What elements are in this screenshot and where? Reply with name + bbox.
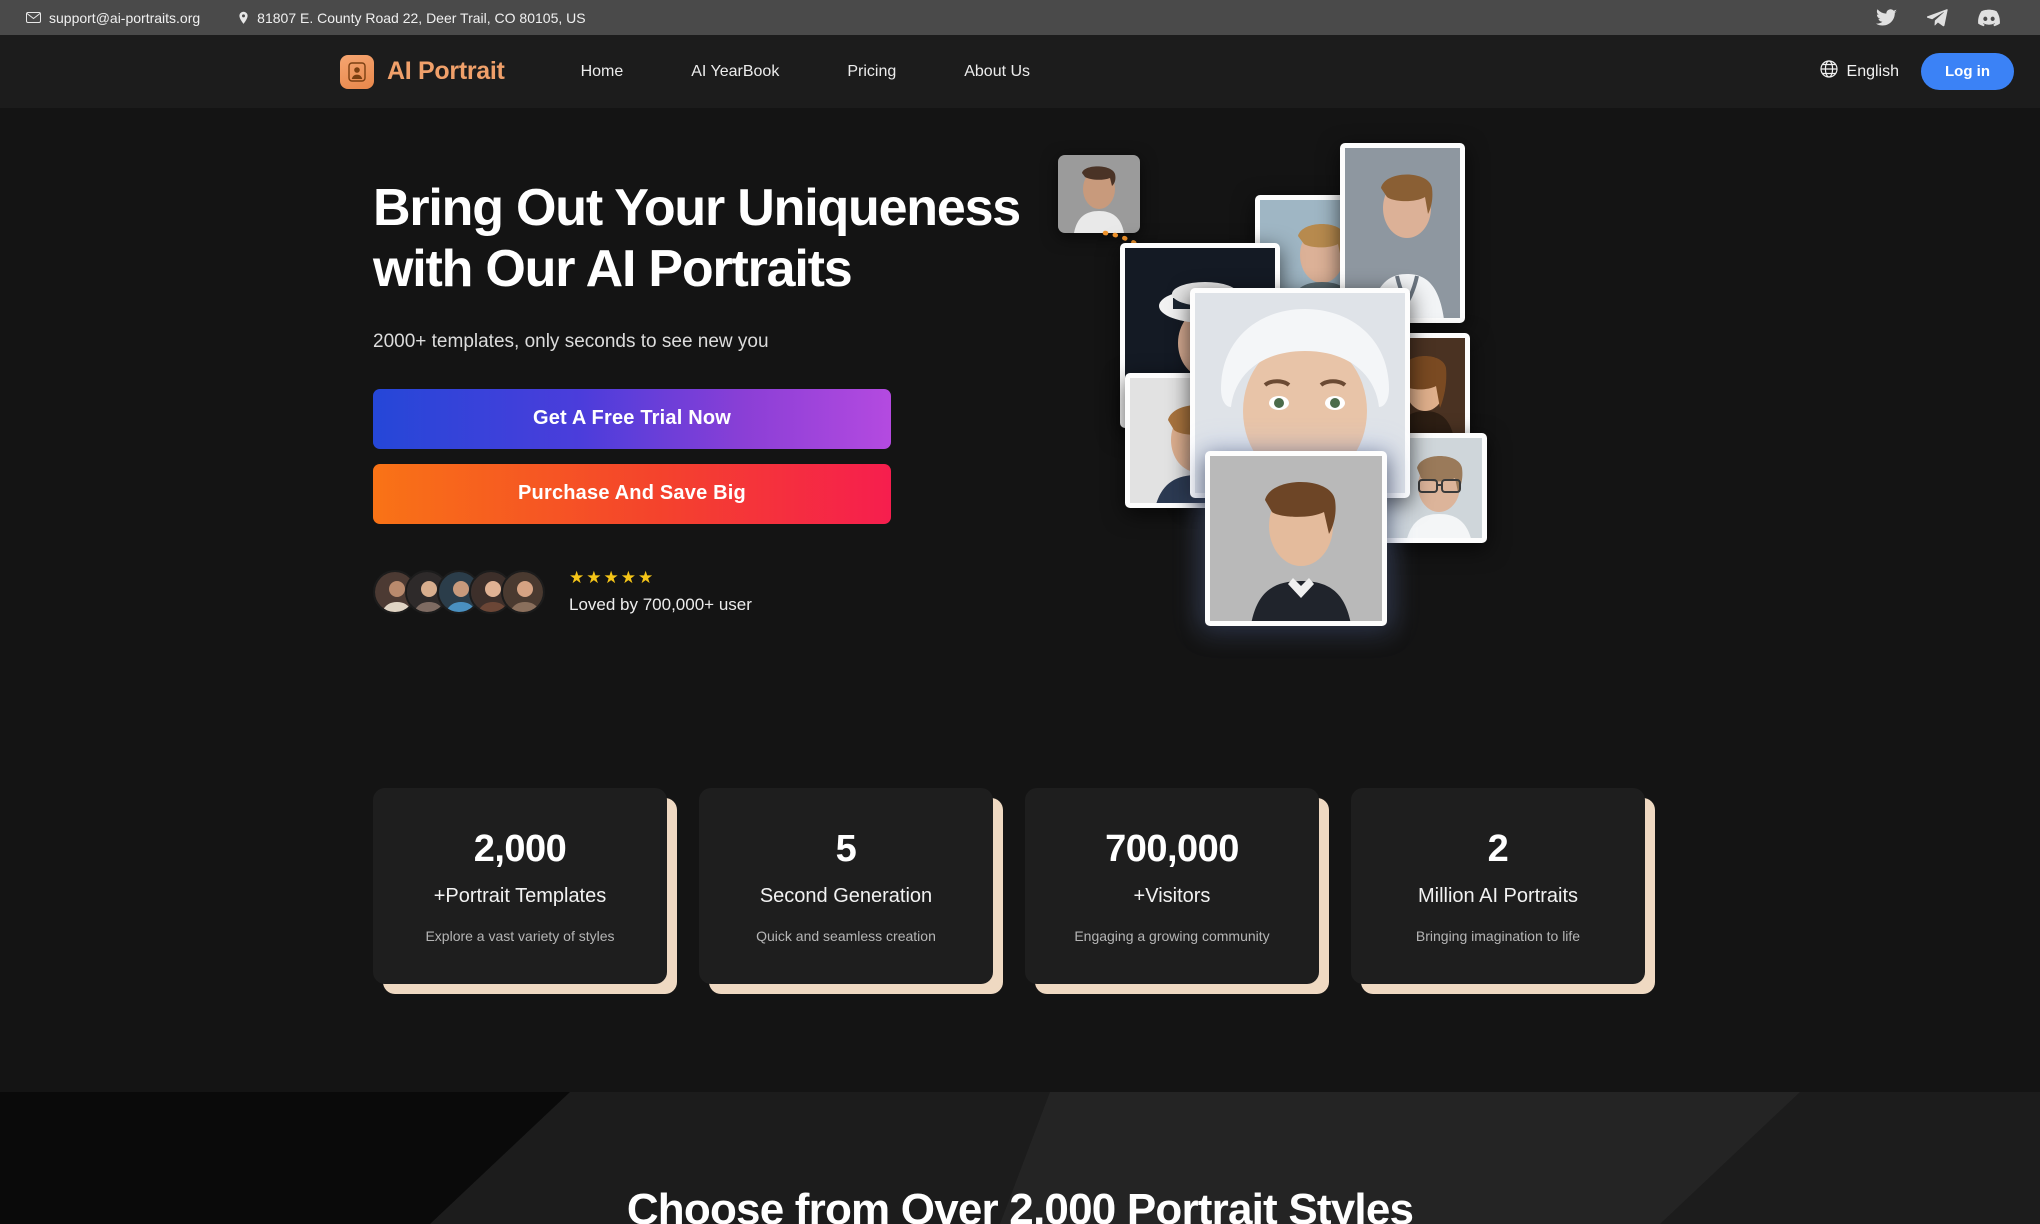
stat-card-visitors: 700,000 +Visitors Engaging a growing com…	[1025, 788, 1329, 994]
source-photo	[1058, 155, 1140, 233]
get-free-trial-button[interactable]: Get A Free Trial Now	[373, 388, 891, 449]
brand-logo[interactable]: AI Portrait	[340, 54, 505, 89]
rating-block: ★★★★★ Loved by 700,000+ user	[569, 569, 752, 615]
stat-card-generation: 5 Second Generation Quick and seamless c…	[699, 788, 1003, 994]
contact-address-text: 81807 E. County Road 22, Deer Trail, CO …	[257, 9, 586, 26]
nav-item-ai-yearbook[interactable]: AI YearBook	[657, 53, 813, 91]
stats-row: 2,000 +Portrait Templates Explore a vast…	[373, 788, 1673, 994]
headline-line-2: with Our AI Portraits	[373, 240, 853, 299]
hero-copy: Bring Out Your Uniqueness with Our AI Po…	[373, 178, 1133, 615]
avatar	[501, 569, 545, 614]
nav-item-home[interactable]: Home	[547, 53, 658, 91]
stat-description: Engaging a growing community	[1074, 928, 1270, 944]
portrait-avatar-icon	[340, 54, 374, 89]
brand-name: AI Portrait	[387, 57, 505, 85]
purchase-save-big-button[interactable]: Purchase And Save Big	[373, 463, 891, 524]
social-proof: ★★★★★ Loved by 700,000+ user	[373, 569, 1133, 615]
hero-section: Bring Out Your Uniqueness with Our AI Po…	[0, 108, 2040, 728]
page-root: support@ai-portraits.org 81807 E. County…	[0, 0, 2040, 1224]
discord-icon[interactable]	[1978, 9, 2000, 27]
portrait-collage	[1040, 133, 1660, 663]
globe-icon	[1819, 60, 1838, 83]
stat-description: Bringing imagination to life	[1415, 928, 1581, 944]
stat-label: +Portrait Templates	[433, 885, 607, 907]
envelope-icon	[26, 12, 41, 23]
page-title: Bring Out Your Uniqueness with Our AI Po…	[373, 178, 1133, 301]
stat-number: 5	[835, 828, 857, 870]
language-label: English	[1846, 62, 1899, 80]
portrait-card-business	[1205, 451, 1387, 626]
stat-description: Quick and seamless creation	[756, 928, 936, 944]
avatar-group	[373, 569, 545, 614]
stat-label: Million AI Portraits	[1417, 885, 1579, 907]
star-rating: ★★★★★	[569, 567, 656, 587]
stat-label: Second Generation	[759, 885, 933, 907]
stat-number: 2,000	[473, 828, 567, 870]
hero-subheadline: 2000+ templates, only seconds to see new…	[373, 330, 769, 352]
social-links	[1876, 8, 2000, 27]
contact-address: 81807 E. County Road 22, Deer Trail, CO …	[238, 9, 586, 26]
nav-item-about-us[interactable]: About Us	[930, 53, 1064, 91]
login-button[interactable]: Log in	[1921, 53, 2014, 90]
language-selector[interactable]: English	[1819, 60, 1899, 83]
stat-number: 700,000	[1105, 828, 1239, 870]
telegram-icon[interactable]	[1927, 8, 1948, 27]
stat-card-templates: 2,000 +Portrait Templates Explore a vast…	[373, 788, 677, 994]
twitter-icon[interactable]	[1876, 8, 1897, 27]
stat-label: +Visitors	[1133, 885, 1211, 907]
main-nav: Home AI YearBook Pricing About Us	[547, 53, 1064, 91]
styles-section-title: Choose from Over 2,000 Portrait Styles	[626, 1185, 1414, 1224]
stat-description: Explore a vast variety of styles	[425, 928, 615, 944]
stat-number: 2	[1487, 828, 1509, 870]
stat-card-portraits: 2 Million AI Portraits Bringing imaginat…	[1351, 788, 1655, 994]
contact-email[interactable]: support@ai-portraits.org	[26, 10, 200, 26]
top-contact-bar: support@ai-portraits.org 81807 E. County…	[0, 0, 2040, 35]
site-header: AI Portrait Home AI YearBook Pricing Abo…	[0, 35, 2040, 108]
nav-item-pricing[interactable]: Pricing	[813, 53, 930, 91]
contact-email-text: support@ai-portraits.org	[49, 9, 201, 26]
loved-by-label: Loved by 700,000+ user	[569, 594, 752, 614]
location-pin-icon	[238, 11, 249, 25]
headline-line-1: Bring Out Your Uniqueness	[373, 179, 1021, 237]
